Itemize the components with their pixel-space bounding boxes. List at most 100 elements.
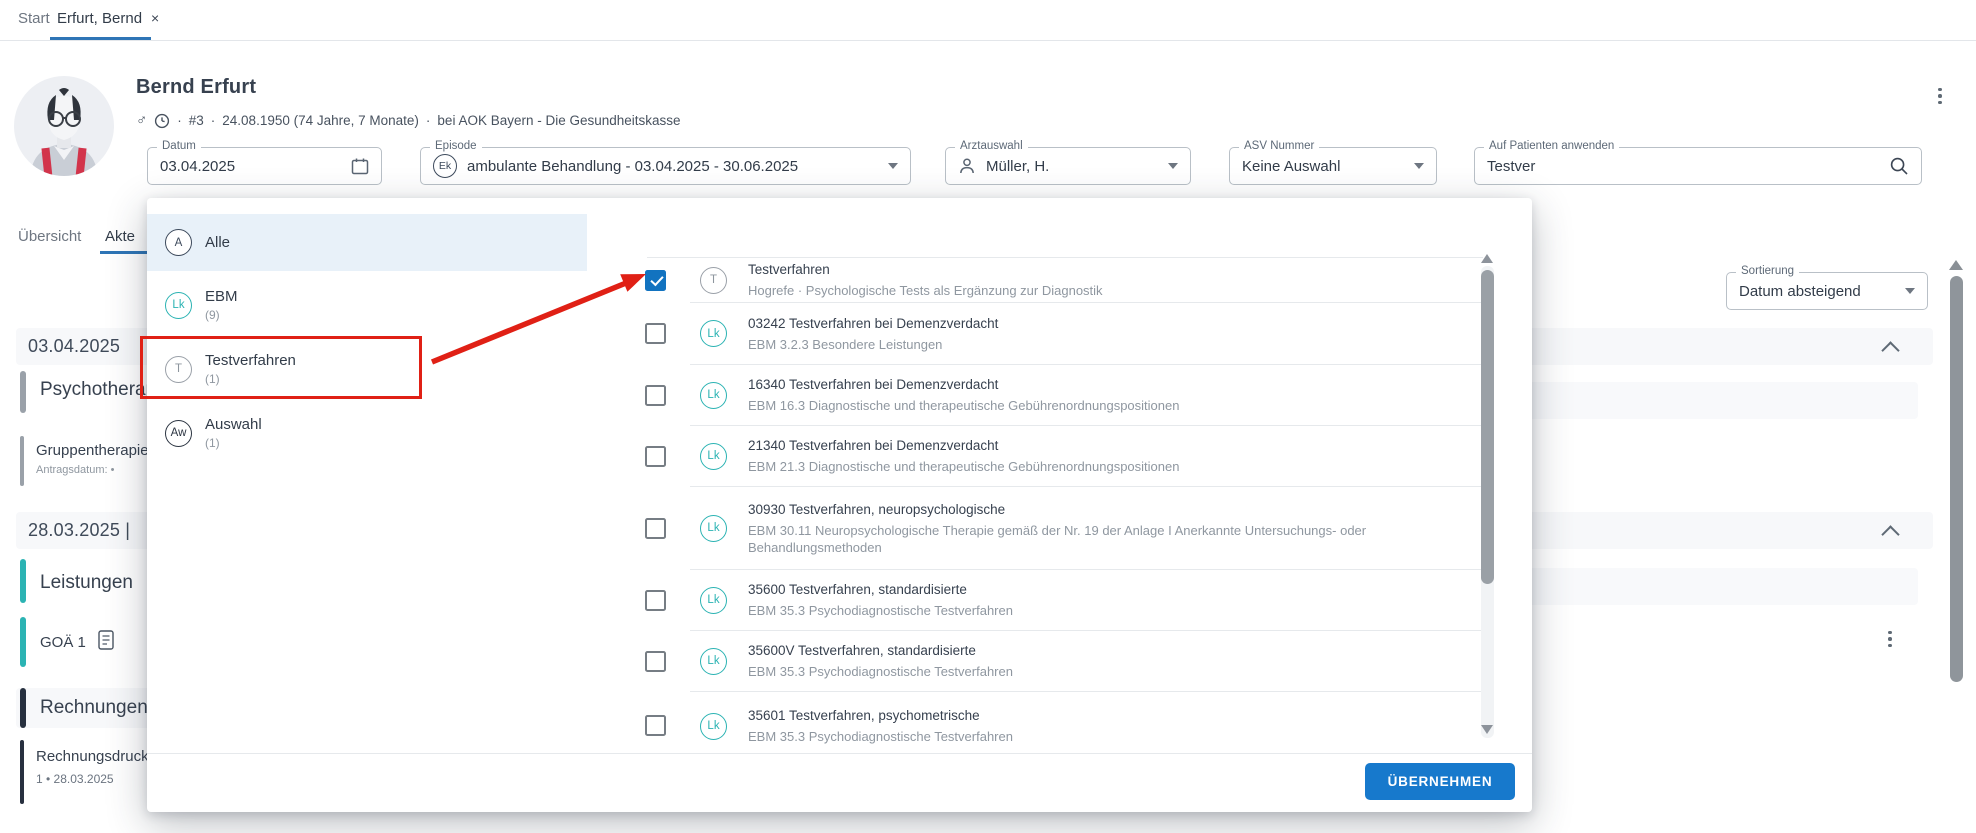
list-item[interactable]: T Testverfahren Hogrefe · Psychologische… xyxy=(617,258,1497,303)
uebernehmen-button[interactable]: ÜBERNEHMEN xyxy=(1365,763,1515,800)
date-field-label: Datum xyxy=(157,140,201,152)
list-item[interactable]: Lk 35600 Testverfahren, standardisierte … xyxy=(617,570,1497,631)
clock-icon xyxy=(154,113,170,129)
tab-patient[interactable]: Erfurt, Bernd × xyxy=(57,10,159,27)
category-count: (9) xyxy=(205,308,238,322)
item-checkbox[interactable] xyxy=(645,651,666,672)
tab-patient-label: Erfurt, Bernd xyxy=(57,10,142,27)
chevron-down-icon[interactable] xyxy=(1905,288,1915,294)
doctor-icon xyxy=(958,157,976,175)
invoice-icon[interactable] xyxy=(98,630,114,650)
date-input[interactable] xyxy=(160,158,351,175)
sort-select[interactable]: Sortierung Datum absteigend xyxy=(1726,272,1928,310)
item-subtitle: EBM 16.3 Diagnostische und therapeutisch… xyxy=(748,397,1179,414)
entry-rechnungen[interactable]: Rechnungen xyxy=(40,697,148,719)
close-icon[interactable]: × xyxy=(151,10,159,26)
category-label: EBM xyxy=(205,288,238,305)
tab-uebersicht[interactable]: Übersicht xyxy=(18,228,81,245)
collapse-chevron-icon[interactable] xyxy=(1881,341,1899,359)
item-subtitle: EBM 30.11 Neuropsychologische Therapie g… xyxy=(748,522,1458,556)
episode-badge: Ek xyxy=(433,154,457,178)
item-badge: Lk xyxy=(700,587,727,614)
chevron-down-icon[interactable] xyxy=(888,163,898,169)
active-tab-underline xyxy=(50,37,151,40)
item-subtitle: EBM 35.3 Psychodiagnostische Testverfahr… xyxy=(748,663,1013,680)
list-item[interactable]: Lk 03242 Testverfahren bei Demenzverdach… xyxy=(617,303,1497,365)
doctor-select-label: Arztauswahl xyxy=(955,140,1028,152)
item-badge: Lk xyxy=(700,320,727,347)
item-subtitle: EBM 35.3 Psychodiagnostische Testverfahr… xyxy=(748,728,1013,745)
item-badge: Lk xyxy=(700,648,727,675)
asv-value: Keine Auswahl xyxy=(1242,158,1340,175)
item-checkbox[interactable] xyxy=(645,446,666,467)
entry-goae[interactable]: GOÄ 1 xyxy=(40,634,86,651)
scrollbar-down-arrow[interactable] xyxy=(1481,725,1493,734)
separator: · xyxy=(426,113,431,128)
entry-color-bar xyxy=(20,436,24,486)
doctor-value: Müller, H. xyxy=(986,158,1049,175)
divider xyxy=(147,753,1532,754)
entry-kebab-menu-icon[interactable] xyxy=(1888,629,1892,649)
list-item[interactable]: Lk 21340 Testverfahren bei Demenzverdach… xyxy=(617,426,1497,487)
entry-color-bar xyxy=(20,740,24,804)
collapse-chevron-icon[interactable] xyxy=(1881,525,1899,543)
scrollbar-up-arrow[interactable] xyxy=(1481,254,1493,263)
category-badge: Lk xyxy=(165,292,192,319)
tab-akte[interactable]: Akte xyxy=(105,228,135,245)
entry-leistungen[interactable]: Leistungen xyxy=(40,572,133,594)
doctor-select[interactable]: Arztauswahl Müller, H. xyxy=(945,147,1191,185)
entry-gruppentherapie[interactable]: Gruppentherapie xyxy=(36,442,149,459)
item-subtitle: EBM 35.3 Psychodiagnostische Testverfahr… xyxy=(748,602,1013,619)
kebab-menu-icon[interactable] xyxy=(1938,86,1942,106)
asv-select[interactable]: ASV Nummer Keine Auswahl xyxy=(1229,147,1437,185)
category-count: (1) xyxy=(205,436,262,450)
apply-search-label: Auf Patienten anwenden xyxy=(1484,140,1619,152)
item-badge: T xyxy=(700,267,727,294)
apply-search-field[interactable]: Auf Patienten anwenden xyxy=(1474,147,1922,185)
item-subtitle: EBM 21.3 Diagnostische und therapeutisch… xyxy=(748,458,1179,475)
patient-insurer: bei AOK Bayern - Die Gesundheitskasse xyxy=(437,113,680,128)
chevron-down-icon[interactable] xyxy=(1414,163,1424,169)
list-item[interactable]: Lk 35601 Testverfahren, psychometrische … xyxy=(617,692,1497,752)
list-item[interactable]: Lk 30930 Testverfahren, neuropsychologis… xyxy=(617,487,1497,570)
entry-color-bar xyxy=(20,371,26,413)
avatar xyxy=(14,76,114,176)
calendar-icon[interactable] xyxy=(351,157,369,175)
service-result-list: T Testverfahren Hogrefe · Psychologische… xyxy=(617,255,1497,752)
item-title: 35601 Testverfahren, psychometrische xyxy=(748,707,1013,724)
episode-select[interactable]: Episode Ek ambulante Behandlung - 03.04.… xyxy=(420,147,911,185)
date-field[interactable]: Datum xyxy=(147,147,382,185)
item-title: 35600 Testverfahren, standardisierte xyxy=(748,581,1013,598)
patient-number: #3 xyxy=(189,113,204,128)
item-badge: Lk xyxy=(700,713,727,740)
item-checkbox[interactable] xyxy=(645,715,666,736)
list-item[interactable]: Lk 16340 Testverfahren bei Demenzverdach… xyxy=(617,365,1497,426)
chevron-down-icon[interactable] xyxy=(1168,163,1178,169)
entry-color-bar xyxy=(20,688,26,728)
page-scrollbar-thumb[interactable] xyxy=(1950,276,1963,682)
item-subtitle: EBM 3.2.3 Besondere Leistungen xyxy=(748,336,998,353)
entry-rechnungsdruck[interactable]: Rechnungsdruck xyxy=(36,748,149,765)
search-icon[interactable] xyxy=(1889,156,1909,176)
apply-search-input[interactable] xyxy=(1487,158,1889,175)
entry-rechnungsdruck-meta: 1 • 28.03.2025 xyxy=(36,772,114,786)
list-scrollbar-thumb[interactable] xyxy=(1481,270,1494,584)
list-item[interactable]: Lk 35600V Testverfahren, standardisierte… xyxy=(617,631,1497,692)
patient-name: Bernd Erfurt xyxy=(136,76,256,99)
episode-value: ambulante Behandlung - 03.04.2025 - 30.0… xyxy=(467,158,798,175)
annotation-red-box xyxy=(140,336,422,399)
item-checkbox[interactable] xyxy=(645,385,666,406)
tab-start[interactable]: Start xyxy=(18,10,50,27)
category-auswahl[interactable]: Aw Auswahl (1) xyxy=(147,410,587,456)
item-checkbox[interactable] xyxy=(645,590,666,611)
group-date: 03.04.2025 xyxy=(28,336,120,357)
asv-select-label: ASV Nummer xyxy=(1239,140,1319,152)
item-checkbox[interactable] xyxy=(645,518,666,539)
scrollbar-up-arrow[interactable] xyxy=(1949,260,1963,270)
category-badge: A xyxy=(165,229,192,256)
item-badge: Lk xyxy=(700,515,727,542)
category-label: Alle xyxy=(205,234,230,251)
entry-color-bar xyxy=(20,559,26,603)
sort-select-label: Sortierung xyxy=(1736,265,1799,277)
item-badge: Lk xyxy=(700,382,727,409)
